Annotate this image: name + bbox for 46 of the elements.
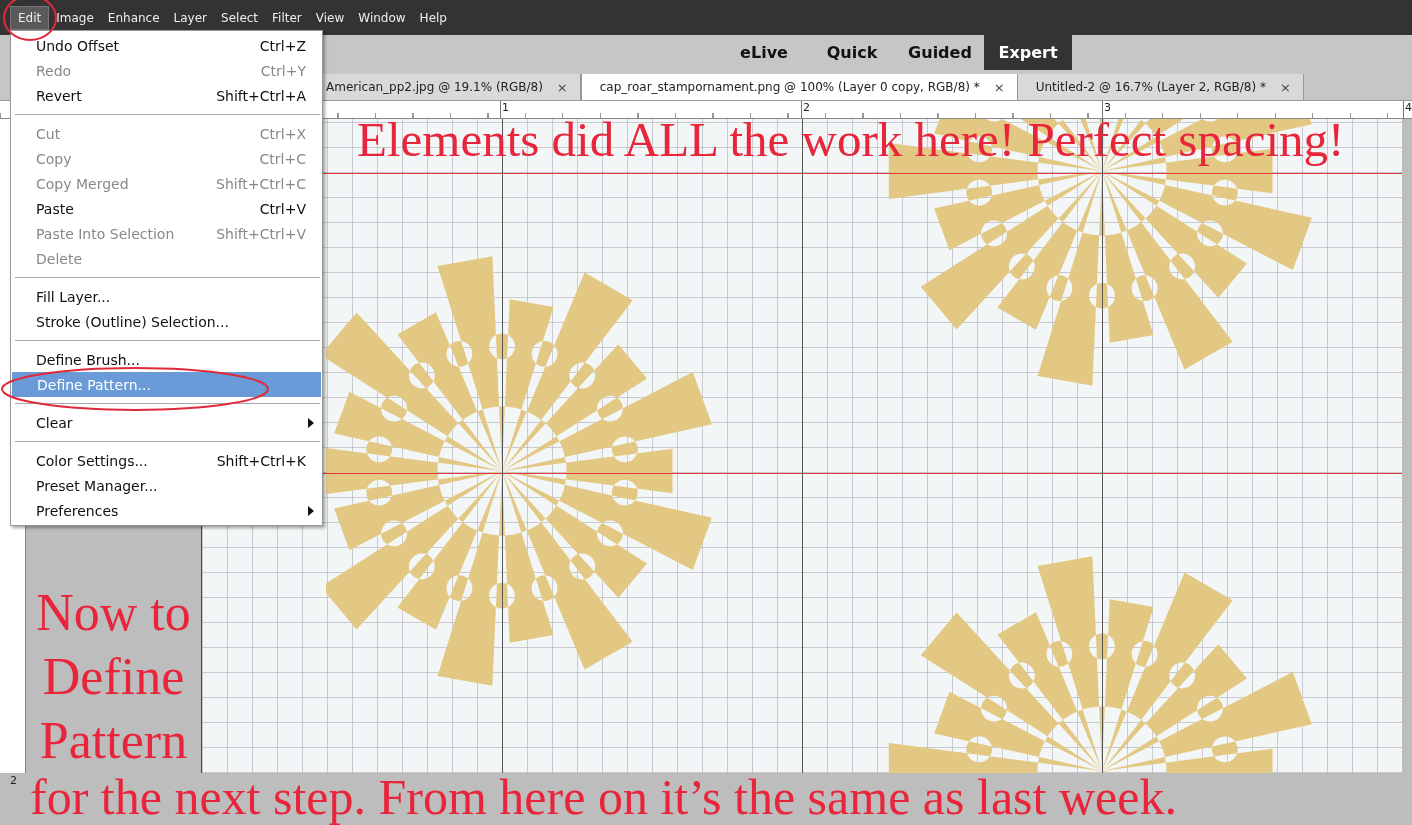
menu-bar-item[interactable]: Filter xyxy=(265,6,309,29)
mode-tab[interactable]: Quick xyxy=(808,35,896,70)
mode-tab[interactable]: eLive xyxy=(720,35,808,70)
ruler-number: 2 xyxy=(10,774,17,787)
document-tab-title[interactable]: cap_roar_stampornament.png @ 100% (Layer 0 copy, RGB/8) * xyxy=(599,80,980,94)
menu-item[interactable]: Paste Ctrl+V xyxy=(11,196,322,221)
menu-item[interactable]: Fill Layer... xyxy=(11,284,322,309)
menu-bar-item[interactable]: Help xyxy=(412,6,454,29)
ruler-number: 1 xyxy=(500,101,801,118)
menu-bar-item[interactable]: View xyxy=(308,6,352,29)
menu-item[interactable]: Clear xyxy=(11,410,322,435)
annotation-text: Now to Define Pattern xyxy=(35,583,192,771)
document-tab[interactable]: Untitled-2 @ 16.7% (Layer 2, RGB/8) * × xyxy=(1017,74,1304,100)
shortcut-label: Ctrl+Z xyxy=(259,37,306,54)
shortcut-label: Ctrl+X xyxy=(259,125,306,142)
menu-bar-item[interactable]: Layer xyxy=(166,6,215,29)
ruler-number: 4 xyxy=(1403,101,1412,118)
menu-item[interactable]: Stroke (Outline) Selection... xyxy=(11,309,322,334)
menu-bar-item[interactable]: Select xyxy=(214,6,266,29)
document-tab-title[interactable]: Untitled-2 @ 16.7% (Layer 2, RGB/8) * xyxy=(1035,80,1266,94)
shortcut-label: Ctrl+V xyxy=(259,200,306,217)
menu-item[interactable]: Define Brush... xyxy=(11,347,322,372)
mode-tab[interactable]: Expert xyxy=(984,35,1072,70)
shortcut-label: Shift+Ctrl+V xyxy=(216,225,306,242)
menu-bar-item[interactable]: Enhance xyxy=(100,6,167,29)
menu-item[interactable]: Undo Offset Ctrl+Z xyxy=(11,33,322,58)
shortcut-label: Shift+Ctrl+C xyxy=(216,175,306,192)
shortcut-label: Ctrl+C xyxy=(259,150,306,167)
ruler-number: 3 xyxy=(1102,101,1403,118)
shortcut-label: Ctrl+Y xyxy=(260,62,306,79)
ruler-number: 2 xyxy=(801,101,1102,118)
close-icon[interactable]: × xyxy=(993,79,1005,95)
shortcut-label: Shift+Ctrl+K xyxy=(216,452,306,469)
shortcut-label: Shift+Ctrl+A xyxy=(216,87,306,104)
close-icon[interactable]: × xyxy=(1279,79,1291,95)
document-tab[interactable]: cap_roar_stampornament.png @ 100% (Layer 0 copy, RGB/8) * × xyxy=(580,74,1018,100)
menu-bar-item[interactable]: Window xyxy=(351,6,413,29)
mode-tab[interactable]: Guided xyxy=(896,35,984,70)
document-tab-title[interactable]: American_pp2.jpg @ 19.1% (RGB/8) xyxy=(326,80,543,94)
menu-bar-item[interactable]: Image xyxy=(49,6,101,29)
menu-bar-item[interactable]: Edit xyxy=(10,5,50,30)
menu-item[interactable]: Color Settings... Shift+Ctrl+K xyxy=(11,448,322,473)
annotation-text: for the next step. From here on it’s the same as last week. xyxy=(30,769,1177,825)
close-icon[interactable]: × xyxy=(556,79,568,95)
menu-item[interactable]: Preset Manager... xyxy=(11,473,322,498)
menu-item[interactable]: Preferences xyxy=(11,498,322,523)
